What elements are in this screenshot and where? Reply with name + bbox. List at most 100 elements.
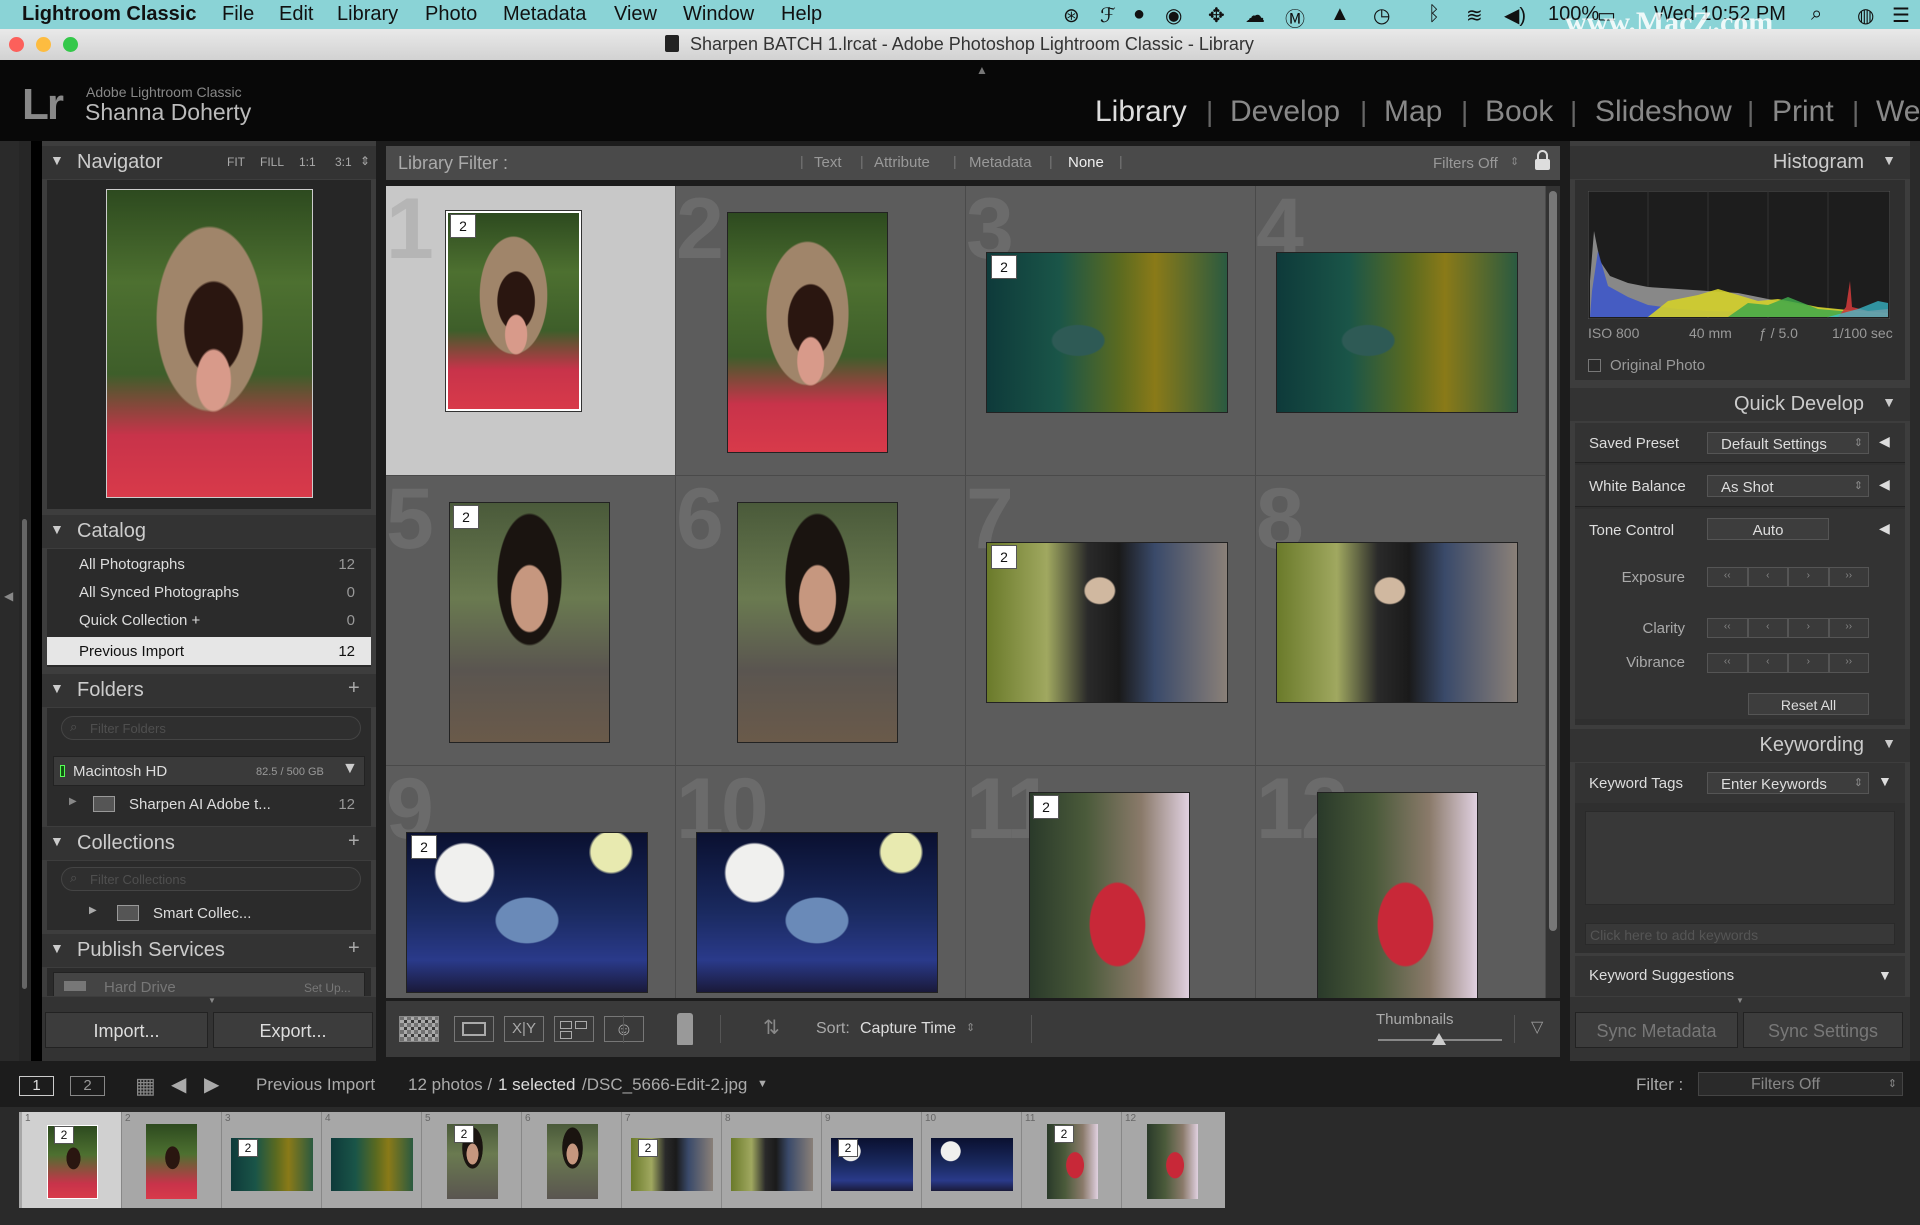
- loupe-view-icon[interactable]: [454, 1016, 494, 1042]
- grid-cell-5[interactable]: 5 2: [386, 471, 676, 766]
- reset-all-button[interactable]: Reset All: [1748, 693, 1869, 715]
- filter-collections-input[interactable]: ⌕ Filter Collections: [61, 867, 361, 891]
- google-drive-icon[interactable]: ▲: [1330, 3, 1350, 26]
- stack-count-badge[interactable]: 2: [453, 505, 479, 529]
- thumbnail-woman-feathers[interactable]: [727, 212, 888, 453]
- add-publish-service-icon[interactable]: +: [348, 937, 360, 960]
- decrease-small-button[interactable]: ‹: [1747, 618, 1788, 638]
- filter-attribute[interactable]: Attribute: [874, 154, 930, 171]
- grid-scrollbar[interactable]: [1546, 186, 1560, 998]
- grid-cell-9[interactable]: 9 2: [386, 761, 676, 998]
- increase-small-button[interactable]: ›: [1788, 653, 1829, 673]
- histogram-header[interactable]: Histogram ▼: [1570, 146, 1910, 179]
- zoom-fit[interactable]: FIT: [227, 155, 245, 169]
- module-develop[interactable]: Develop: [1230, 95, 1340, 129]
- filmstrip-thumb-1[interactable]: 1 2: [22, 1112, 122, 1208]
- catalog-header[interactable]: ▼ Catalog: [42, 515, 376, 548]
- volume-disclosure-icon[interactable]: ▼: [342, 760, 358, 778]
- folders-header[interactable]: ▼ Folders +: [42, 674, 376, 707]
- import-button[interactable]: Import...: [45, 1012, 208, 1048]
- keyword-suggestions-row[interactable]: Keyword Suggestions ▼: [1575, 956, 1905, 996]
- catalog-item-all-photographs[interactable]: All Photographs 12: [47, 551, 371, 577]
- left-panel-scrollbar[interactable]: [19, 141, 31, 1061]
- thumbnail-woman-alley[interactable]: [986, 542, 1228, 703]
- add-collection-icon[interactable]: +: [348, 830, 360, 853]
- decrease-small-button[interactable]: ‹: [1747, 653, 1788, 673]
- sort-dropdown[interactable]: Capture Time: [860, 1020, 956, 1038]
- grid-view-icon[interactable]: [399, 1016, 439, 1042]
- cloud-icon[interactable]: ☁: [1245, 3, 1265, 28]
- increase-small-button[interactable]: ›: [1788, 618, 1829, 638]
- keyword-tags-textarea[interactable]: [1585, 811, 1895, 905]
- stack-count-badge[interactable]: 2: [238, 1139, 258, 1157]
- grid-icon[interactable]: ▦: [135, 1073, 156, 1099]
- sort-direction-icon[interactable]: ⇅: [763, 1015, 780, 1040]
- publish-services-header[interactable]: ▼ Publish Services +: [42, 934, 376, 967]
- thumbnail-man-forest[interactable]: [986, 252, 1228, 413]
- stack-count-badge[interactable]: 2: [1054, 1125, 1074, 1143]
- malwarebytes-icon[interactable]: Ⓜ: [1285, 3, 1305, 32]
- filter-preset-dropdown[interactable]: Filters Off: [1433, 155, 1498, 172]
- catalog-item-all-synced[interactable]: All Synced Photographs 0: [47, 579, 371, 605]
- zoom-stepper-icon[interactable]: ⇕: [360, 154, 370, 168]
- thumbnail-dj[interactable]: [406, 832, 648, 993]
- main-screen-button[interactable]: 1: [19, 1076, 54, 1096]
- expand-triangle-icon[interactable]: ◀: [1879, 476, 1890, 493]
- creative-cloud-icon[interactable]: ⊛: [1063, 3, 1080, 28]
- filmstrip-thumb-11[interactable]: 11 2: [1022, 1112, 1122, 1208]
- stack-count-badge[interactable]: 2: [1033, 795, 1059, 819]
- zoom-1-1[interactable]: 1:1: [299, 155, 316, 169]
- filmstrip-source[interactable]: Previous Import: [256, 1075, 375, 1095]
- thumbnail-woman-red-cloak[interactable]: [1029, 792, 1190, 998]
- menu-help[interactable]: Help: [781, 3, 822, 26]
- collapse-triangle-icon[interactable]: ▼: [1878, 773, 1892, 789]
- filmstrip-thumb-8[interactable]: 8: [722, 1112, 822, 1208]
- grid-cell-4[interactable]: 4: [1256, 186, 1546, 476]
- zoom-fill[interactable]: FILL: [260, 155, 284, 169]
- thumbnail-dj[interactable]: [696, 832, 938, 993]
- filmstrip-thumb-10[interactable]: 10: [922, 1112, 1022, 1208]
- original-photo-checkbox[interactable]: [1588, 359, 1601, 372]
- module-library[interactable]: Library: [1095, 95, 1187, 129]
- stack-count-badge[interactable]: 2: [454, 1125, 474, 1143]
- grid-cell-1[interactable]: 1 2: [386, 186, 676, 476]
- stack-count-badge[interactable]: 2: [450, 214, 476, 238]
- notification-center-icon[interactable]: ☰: [1892, 3, 1910, 28]
- filmstrip-filter-dropdown[interactable]: Filters Off ⇕: [1698, 1072, 1903, 1096]
- filmstrip-thumb-6[interactable]: 6: [522, 1112, 622, 1208]
- menu-library[interactable]: Library: [337, 3, 398, 26]
- keywording-header[interactable]: Keywording ▼: [1570, 729, 1910, 762]
- volume-icon[interactable]: ◀): [1504, 3, 1526, 28]
- back-arrow-icon[interactable]: ◀: [171, 1072, 186, 1097]
- thumbnail-woman-alley[interactable]: [1276, 542, 1518, 703]
- filename-dropdown-icon[interactable]: ▼: [757, 1078, 768, 1090]
- keyword-tags-dropdown[interactable]: Enter Keywords ⇕: [1707, 772, 1869, 794]
- stack-count-badge[interactable]: 2: [991, 545, 1017, 569]
- navigator-header[interactable]: ▼ Navigator FIT FILL 1:1 3:1 ⇕: [42, 146, 376, 179]
- grid-cell-3[interactable]: 3 2: [966, 186, 1256, 476]
- filmstrip-thumb-5[interactable]: 5 2: [422, 1112, 522, 1208]
- filmstrip-thumb-2[interactable]: 2: [122, 1112, 222, 1208]
- secondary-screen-button[interactable]: 2: [70, 1076, 105, 1096]
- publish-hard-drive[interactable]: Hard Drive Set Up...: [53, 972, 365, 996]
- menu-edit[interactable]: Edit: [279, 3, 313, 26]
- filmstrip-thumb-9[interactable]: 9 2: [822, 1112, 922, 1208]
- histogram-graph[interactable]: [1588, 191, 1890, 319]
- stack-count-badge[interactable]: 2: [54, 1126, 74, 1144]
- evernote-icon[interactable]: ●: [1133, 3, 1145, 26]
- filter-text[interactable]: Text: [814, 154, 842, 171]
- decrease-large-button[interactable]: ‹‹: [1707, 653, 1748, 673]
- grid-cell-11[interactable]: 11 2: [966, 761, 1256, 998]
- spotlight-icon[interactable]: ⌕: [1811, 3, 1822, 26]
- stack-count-badge[interactable]: 2: [638, 1139, 658, 1157]
- zoom-window-icon[interactable]: [63, 37, 78, 52]
- bluetooth-icon[interactable]: ᛒ: [1428, 3, 1440, 26]
- thumbnail-man-headphones[interactable]: [449, 502, 610, 743]
- collection-expand-icon[interactable]: ▶: [89, 905, 97, 916]
- module-print[interactable]: Print: [1772, 95, 1834, 129]
- minimize-window-icon[interactable]: [36, 37, 51, 52]
- close-window-icon[interactable]: [9, 37, 24, 52]
- thumbnail-size-slider-handle[interactable]: [1432, 1033, 1446, 1045]
- stack-count-badge[interactable]: 2: [838, 1139, 858, 1157]
- lock-icon[interactable]: [1535, 150, 1550, 171]
